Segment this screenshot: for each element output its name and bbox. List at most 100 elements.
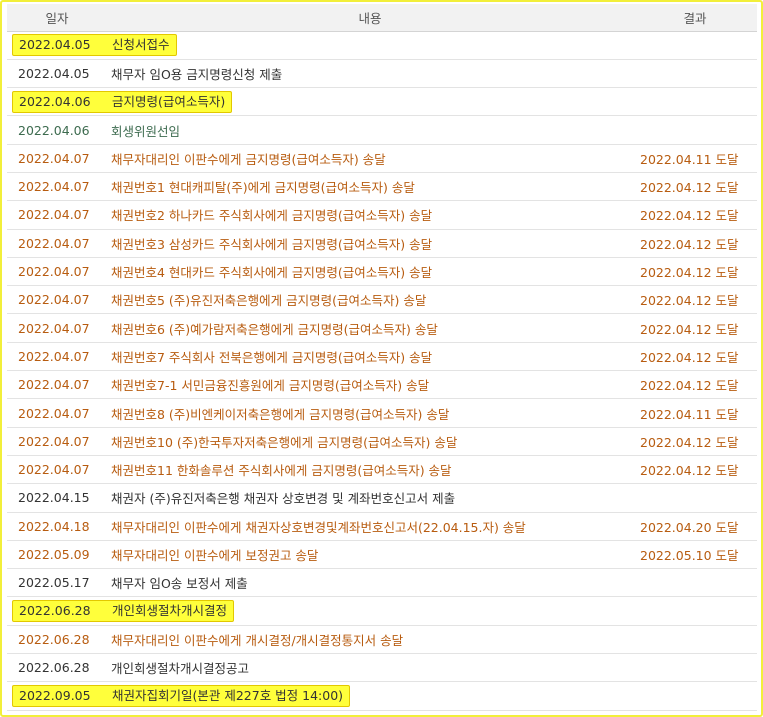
header-content: 내용: [107, 4, 633, 32]
cell-result: [633, 483, 757, 513]
cell-date: 2022.04.05: [7, 59, 107, 89]
table-row: 2022.04.07 채권번호8 (주)비엔케이저축은행에게 금지명령(급여소득자…: [7, 398, 757, 428]
cell-date: 2022.04.07: [7, 144, 107, 173]
cell-result: 2022.04.12 도달: [633, 229, 757, 258]
table-row: 2022.04.07 채권번호10 (주)한국투자저축은행에게 금지명령(급여소득…: [7, 427, 757, 456]
header-result: 결과: [633, 4, 757, 32]
cell-date: 2022.04.07: [7, 229, 107, 258]
cell-content: 채권번호5 (주)유진저축은행에게 금지명령(급여소득자) 송달: [107, 285, 633, 315]
cell-result: [633, 115, 757, 145]
cell-date: 2022.04.05 신청서접수: [7, 31, 633, 60]
cell-date: 2022.04.18: [7, 512, 107, 541]
cell-date: 2022.04.07: [7, 285, 107, 315]
highlight-box: 2022.06.28 개인회생절차개시결정: [12, 600, 235, 623]
date-text: 2022.04.05: [19, 37, 91, 53]
date-text: 2022.09.05: [19, 687, 91, 703]
table-row: 2022.05.17 채무자 임O송 보정서 제출: [7, 568, 757, 598]
cell-date: 2022.06.28 개인회생절차개시결정: [7, 596, 633, 626]
table-row: 2022.06.28 개인회생절차개시결정공고: [7, 653, 757, 683]
table-row: 2022.04.07 채권번호5 (주)유진저축은행에게 금지명령(급여소득자) …: [7, 285, 757, 315]
cell-result: [633, 596, 757, 626]
table-row: 2022.04.05 신청서접수: [7, 31, 757, 60]
table-row: 2022.04.07 채권번호1 현대캐피탈(주)에게 금지명령(급여소득자) 송…: [7, 172, 757, 202]
cell-result: 2022.04.12 도달: [633, 342, 757, 372]
cell-content: 채무자대리인 이판수에게 개시결정/개시결정통지서 송달: [107, 625, 633, 655]
cell-result: 2022.04.12 도달: [633, 257, 757, 287]
table-row: 2022.04.06 회생위원선임: [7, 115, 757, 145]
cell-date: 2022.04.06: [7, 115, 107, 145]
cell-date: 2022.04.07: [7, 342, 107, 372]
table-row: 2022.04.15 채권자 (주)유진저축은행 채권자 상호변경 및 계좌번호신…: [7, 483, 757, 513]
table-row: 2022.04.07 채권번호4 현대카드 주식회사에게 금지명령(급여소득자) …: [7, 257, 757, 287]
cell-date: 2022.04.07: [7, 455, 107, 485]
cell-result: 2022.04.12 도달: [633, 427, 757, 456]
cell-result: 2022.04.12 도달: [633, 200, 757, 230]
case-progress-table: 일자 내용 결과 2022.04.05 신청서접수 2022.04.05 채무자 임O…: [7, 4, 757, 711]
cell-result: [633, 31, 757, 60]
table-row: 2022.05.09 채무자대리인 이판수에게 보정권고 송달 2022.05.10…: [7, 540, 757, 570]
cell-content: 채무자 임O송 보정서 제출: [107, 568, 633, 598]
cell-date: 2022.09.05 채권자집회기일(본관 제227호 법정 14:00): [7, 681, 633, 711]
content-text: 신청서접수: [112, 37, 170, 53]
cell-content: 채권번호4 현대카드 주식회사에게 금지명령(급여소득자) 송달: [107, 257, 633, 287]
cell-date: 2022.04.06 금지명령(급여소득자): [7, 87, 633, 117]
cell-content: 채무자대리인 이판수에게 보정권고 송달: [107, 540, 633, 570]
highlight-box: 2022.09.05 채권자집회기일(본관 제227호 법정 14:00): [12, 684, 351, 707]
cell-result: 2022.04.11 도달: [633, 144, 757, 173]
cell-result: 2022.05.10 도달: [633, 540, 757, 570]
cell-result: 2022.04.12 도달: [633, 285, 757, 315]
content-text: 금지명령(급여소득자): [112, 93, 226, 109]
cell-content: 채권번호6 (주)예가람저축은행에게 금지명령(급여소득자) 송달: [107, 313, 633, 343]
cell-content: 채권번호7-1 서민금융진흥원에게 금지명령(급여소득자) 송달: [107, 370, 633, 400]
cell-date: 2022.04.07: [7, 257, 107, 287]
cell-result: [633, 625, 757, 655]
cell-content: 채권번호8 (주)비엔케이저축은행에게 금지명령(급여소득자) 송달: [107, 398, 633, 428]
highlight-box: 2022.04.06 금지명령(급여소득자): [12, 90, 233, 113]
cell-result: 2022.04.20 도달: [633, 512, 757, 541]
table-row: 2022.04.05 채무자 임O용 금지명령신청 제출: [7, 59, 757, 89]
cell-result: 2022.04.12 도달: [633, 370, 757, 400]
cell-result: 2022.04.12 도달: [633, 455, 757, 485]
cell-content: 채권번호3 삼성카드 주식회사에게 금지명령(급여소득자) 송달: [107, 229, 633, 258]
cell-result: 2022.04.11 도달: [633, 398, 757, 428]
cell-content: 채권번호7 주식회사 전북은행에게 금지명령(급여소득자) 송달: [107, 342, 633, 372]
cell-result: [633, 87, 757, 117]
highlight-box: 2022.04.05 신청서접수: [12, 34, 177, 57]
table-row: 2022.04.07 채권번호6 (주)예가람저축은행에게 금지명령(급여소득자)…: [7, 313, 757, 343]
cell-content: 개인회생절차개시결정공고: [107, 653, 633, 683]
cell-date: 2022.06.28: [7, 625, 107, 655]
cell-date: 2022.04.07: [7, 200, 107, 230]
cell-content: 회생위원선임: [107, 115, 633, 145]
table-row: 2022.04.07 채권번호3 삼성카드 주식회사에게 금지명령(급여소득자) …: [7, 229, 757, 258]
table-body: 2022.04.05 신청서접수 2022.04.05 채무자 임O용 금지명령신청 …: [7, 31, 757, 711]
cell-content: 채권번호10 (주)한국투자저축은행에게 금지명령(급여소득자) 송달: [107, 427, 633, 456]
cell-date: 2022.04.07: [7, 172, 107, 202]
table-row: 2022.04.07 채권번호2 하나카드 주식회사에게 금지명령(급여소득자) …: [7, 200, 757, 230]
case-progress-table-container: 일자 내용 결과 2022.04.05 신청서접수 2022.04.05 채무자 임O…: [7, 4, 757, 711]
table-row: 2022.04.07 채권번호7-1 서민금융진흥원에게 금지명령(급여소득자) …: [7, 370, 757, 400]
cell-result: 2022.04.12 도달: [633, 172, 757, 202]
table-row: 2022.09.05 채권자집회기일(본관 제227호 법정 14:00): [7, 681, 757, 711]
cell-date: 2022.04.07: [7, 398, 107, 428]
cell-date: 2022.04.15: [7, 483, 107, 513]
date-text: 2022.06.28: [19, 603, 91, 619]
cell-date: 2022.05.17: [7, 568, 107, 598]
table-row: 2022.04.18 채무자대리인 이판수에게 채권자상호변경및계좌번호신고서(2…: [7, 512, 757, 541]
cell-content: 채무자대리인 이판수에게 채권자상호변경및계좌번호신고서(22.04.15.자)…: [107, 512, 633, 541]
cell-date: 2022.04.07: [7, 370, 107, 400]
cell-result: [633, 653, 757, 683]
cell-content: 채권번호2 하나카드 주식회사에게 금지명령(급여소득자) 송달: [107, 200, 633, 230]
cell-result: [633, 681, 757, 711]
table-header-row: 일자 내용 결과: [7, 4, 757, 32]
table-row: 2022.06.28 개인회생절차개시결정: [7, 596, 757, 626]
cell-content: 채권자 (주)유진저축은행 채권자 상호변경 및 계좌번호신고서 제출: [107, 483, 633, 513]
cell-content: 채권번호11 한화솔루션 주식회사에게 금지명령(급여소득자) 송달: [107, 455, 633, 485]
table-row: 2022.06.28 채무자대리인 이판수에게 개시결정/개시결정통지서 송달: [7, 625, 757, 655]
cell-result: [633, 59, 757, 89]
cell-date: 2022.04.07: [7, 427, 107, 456]
table-row: 2022.04.07 채권번호7 주식회사 전북은행에게 금지명령(급여소득자) …: [7, 342, 757, 372]
content-text: 채권자집회기일(본관 제227호 법정 14:00): [112, 687, 344, 703]
cell-content: 채권번호1 현대캐피탈(주)에게 금지명령(급여소득자) 송달: [107, 172, 633, 202]
content-text: 개인회생절차개시결정: [112, 603, 228, 619]
table-row: 2022.04.07 채무자대리인 이판수에게 금지명령(급여소득자) 송달 202…: [7, 144, 757, 173]
